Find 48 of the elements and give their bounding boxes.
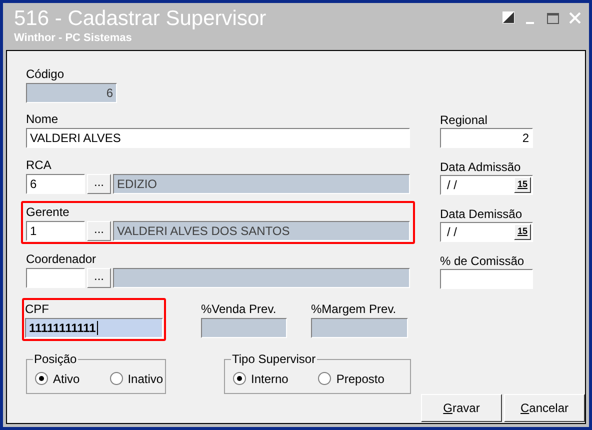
input-field[interactable]: 1 (26, 221, 85, 241)
input-field[interactable] (440, 269, 533, 289)
radio-button[interactable] (233, 372, 246, 385)
field-label: %Venda Prev. (201, 302, 276, 316)
field-label: Data Demissão (440, 207, 522, 221)
action-button[interactable]: Cancelar (504, 394, 585, 422)
window-subtitle: Winthor - PC Sistemas (14, 31, 133, 45)
input-field[interactable]: 6 (26, 174, 85, 194)
input-field[interactable] (311, 318, 408, 338)
group-title: Posição (33, 352, 78, 366)
input-field[interactable]: 11111111111 (25, 318, 163, 338)
field-label: Data Admissão (440, 160, 521, 174)
radio-option[interactable]: Inativo (110, 370, 164, 388)
field-label: RCA (26, 158, 52, 172)
date-field[interactable]: / / 15 (440, 222, 533, 242)
description-field[interactable] (113, 268, 410, 288)
field-label: Regional (440, 113, 488, 127)
input-field[interactable]: 6 (26, 83, 117, 103)
radio-button[interactable] (318, 372, 332, 385)
radio-option[interactable]: Interno (233, 370, 288, 388)
description-field[interactable]: EDIZIO (113, 174, 410, 194)
input-field[interactable] (26, 268, 85, 288)
input-field[interactable] (201, 318, 287, 338)
radio-button[interactable] (35, 372, 48, 385)
contrast-icon[interactable] (502, 11, 516, 25)
lookup-button[interactable]: ... (87, 174, 111, 194)
field-label: Código (26, 67, 64, 81)
group-title: Tipo Supervisor (231, 352, 317, 366)
lookup-button[interactable]: ... (87, 268, 111, 288)
field-label: %Margem Prev. (311, 302, 396, 316)
radio-option[interactable]: Preposto (318, 370, 384, 388)
lookup-button[interactable]: ... (87, 221, 111, 241)
input-field[interactable]: VALDERI ALVES (26, 128, 410, 148)
description-field[interactable]: VALDERI ALVES DOS SANTOS (113, 221, 410, 241)
field-label: Nome (26, 112, 58, 126)
regional-field[interactable]: 2 (440, 128, 533, 148)
date-field[interactable]: / / 15 (440, 175, 533, 195)
radio-button[interactable] (110, 372, 123, 385)
field-label: % de Comissão (440, 254, 524, 268)
radio-option[interactable]: Ativo (35, 370, 80, 388)
field-label: Coordenador (26, 252, 96, 266)
field-label: Gerente (26, 205, 70, 219)
action-button[interactable]: Gravar (421, 394, 502, 422)
calendar-button[interactable]: 15 (514, 224, 531, 240)
field-label: CPF (25, 302, 49, 316)
calendar-button[interactable]: 15 (514, 177, 531, 193)
window-title: 516 - Cadastrar Supervisor (14, 7, 266, 31)
maximize-icon[interactable] (546, 11, 560, 25)
